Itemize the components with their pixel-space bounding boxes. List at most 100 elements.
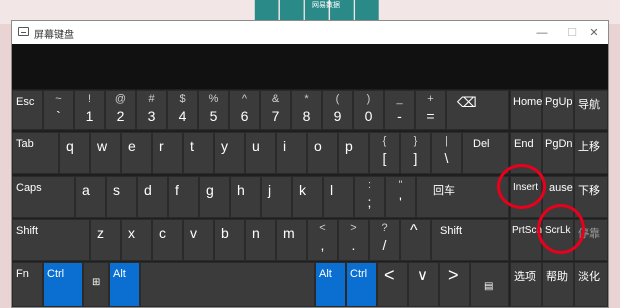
key-windows[interactable]: ⊞ bbox=[83, 262, 109, 307]
key-a[interactable]: a bbox=[75, 176, 106, 218]
key-menu[interactable]: ▤ bbox=[470, 262, 509, 307]
key-i[interactable]: i bbox=[276, 132, 307, 174]
key-space[interactable] bbox=[140, 262, 315, 307]
key-period[interactable]: >. bbox=[338, 219, 369, 261]
key-m[interactable]: m bbox=[276, 219, 307, 261]
key-fn[interactable]: Fn bbox=[12, 262, 43, 307]
key-1[interactable]: ! 1 bbox=[74, 90, 105, 130]
key-fade[interactable]: 淡化 bbox=[574, 262, 608, 307]
key-w[interactable]: w bbox=[90, 132, 121, 174]
key-label: v bbox=[190, 225, 197, 241]
key-label: ause bbox=[549, 182, 573, 194]
key-home[interactable]: Home bbox=[510, 90, 542, 130]
key-esc[interactable]: Esc bbox=[12, 90, 43, 130]
key-help[interactable]: 帮助 bbox=[542, 262, 574, 307]
key-5[interactable]: % 5 bbox=[198, 90, 229, 130]
key-6[interactable]: ^ 6 bbox=[229, 90, 260, 130]
key-s[interactable]: s bbox=[106, 176, 137, 218]
key-caps[interactable]: Caps bbox=[12, 176, 75, 218]
key-pgdn[interactable]: PgDn bbox=[542, 132, 574, 174]
key-y[interactable]: y bbox=[214, 132, 245, 174]
key-ctrl-left[interactable]: Ctrl bbox=[43, 262, 83, 307]
backspace-icon: ⌫ bbox=[457, 94, 477, 110]
key-backspace[interactable]: ⌫ bbox=[446, 90, 509, 130]
key-alt-right[interactable]: Alt bbox=[315, 262, 346, 307]
minimize-button[interactable]: — bbox=[526, 21, 558, 44]
key-label: 选项 bbox=[514, 271, 536, 283]
key-left-bracket[interactable]: {[ bbox=[369, 132, 400, 174]
key-j[interactable]: j bbox=[261, 176, 292, 218]
key-arrow-down[interactable]: ∨ bbox=[408, 262, 439, 307]
key-arrow-up[interactable]: ^ bbox=[400, 219, 431, 261]
key-d[interactable]: d bbox=[137, 176, 168, 218]
key-shift-label: @ bbox=[114, 93, 127, 105]
key-2[interactable]: @2 bbox=[105, 90, 136, 130]
key-shift-label: ! bbox=[87, 93, 92, 105]
annotation-circle-scrlk bbox=[537, 204, 585, 254]
key-label: Esc bbox=[16, 96, 35, 108]
key-shift-label: : bbox=[367, 179, 372, 191]
key-r[interactable]: r bbox=[152, 132, 183, 174]
key-backtick[interactable]: ~ ` bbox=[43, 90, 74, 130]
key-backslash[interactable]: | \ bbox=[431, 132, 462, 174]
key-x[interactable]: x bbox=[121, 219, 152, 261]
key-pgup[interactable]: PgUp bbox=[542, 90, 574, 130]
key-e[interactable]: e bbox=[121, 132, 152, 174]
key-v[interactable]: v bbox=[183, 219, 214, 261]
key-label: ' bbox=[399, 194, 402, 210]
key-options[interactable]: 选项 bbox=[510, 262, 542, 307]
key-right-bracket[interactable]: }] bbox=[400, 132, 431, 174]
key-label: - bbox=[397, 108, 402, 124]
key-shift-left[interactable]: Shift bbox=[12, 219, 90, 261]
key-p[interactable]: p bbox=[338, 132, 369, 174]
key-tab[interactable]: Tab bbox=[12, 132, 59, 174]
key-label: l bbox=[330, 182, 334, 198]
key-f[interactable]: f bbox=[168, 176, 199, 218]
title-bar: 屏幕键盘 — ☐ ✕ bbox=[12, 21, 608, 44]
key-shift-right[interactable]: Shift bbox=[431, 219, 509, 261]
key-label: f bbox=[175, 182, 179, 198]
key-arrow-right[interactable]: > bbox=[439, 262, 470, 307]
key-shift-label: & bbox=[271, 93, 280, 105]
key-slash[interactable]: ? / bbox=[369, 219, 400, 261]
key-h[interactable]: h bbox=[230, 176, 261, 218]
key-semicolon[interactable]: :; bbox=[354, 176, 385, 218]
key-shift-label: < bbox=[319, 222, 326, 234]
key-label: Ctrl bbox=[47, 268, 65, 280]
key-q[interactable]: q bbox=[59, 132, 90, 174]
key-k[interactable]: k bbox=[292, 176, 323, 218]
key-l[interactable]: l bbox=[323, 176, 354, 218]
key-shift-label: > bbox=[350, 222, 357, 234]
key-9[interactable]: (9 bbox=[322, 90, 353, 130]
key-enter[interactable]: 回车 bbox=[416, 176, 509, 218]
close-button[interactable]: ✕ bbox=[578, 21, 610, 44]
key-7[interactable]: & 7 bbox=[260, 90, 291, 130]
key-label: / bbox=[382, 237, 387, 253]
key-equals[interactable]: + = bbox=[415, 90, 446, 130]
key-label: Shift bbox=[16, 225, 39, 237]
key-o[interactable]: o bbox=[307, 132, 338, 174]
key-t[interactable]: t bbox=[183, 132, 214, 174]
key-label: \ bbox=[444, 150, 449, 166]
key-z[interactable]: z bbox=[90, 219, 121, 261]
key-ctrl-right[interactable]: Ctrl bbox=[346, 262, 377, 307]
key-n[interactable]: n bbox=[245, 219, 276, 261]
key-minus[interactable]: _ - bbox=[384, 90, 415, 130]
key-u[interactable]: u bbox=[245, 132, 276, 174]
key-0[interactable]: ) 0 bbox=[353, 90, 384, 130]
key-del[interactable]: Del bbox=[462, 132, 509, 174]
key-quote[interactable]: " ' bbox=[385, 176, 416, 218]
key-4[interactable]: $4 bbox=[167, 90, 198, 130]
key-move-up[interactable]: 上移 bbox=[574, 132, 608, 174]
key-arrow-left[interactable]: < bbox=[377, 262, 408, 307]
key-shift-label: { bbox=[382, 135, 387, 147]
key-comma[interactable]: <, bbox=[307, 219, 338, 261]
key-nav[interactable]: 导航 bbox=[574, 90, 608, 130]
key-b[interactable]: b bbox=[214, 219, 245, 261]
key-c[interactable]: c bbox=[152, 219, 183, 261]
key-3[interactable]: #3 bbox=[136, 90, 167, 130]
key-label: 2 bbox=[116, 108, 125, 124]
key-8[interactable]: * 8 bbox=[291, 90, 322, 130]
key-alt-left[interactable]: Alt bbox=[109, 262, 140, 307]
key-g[interactable]: g bbox=[199, 176, 230, 218]
